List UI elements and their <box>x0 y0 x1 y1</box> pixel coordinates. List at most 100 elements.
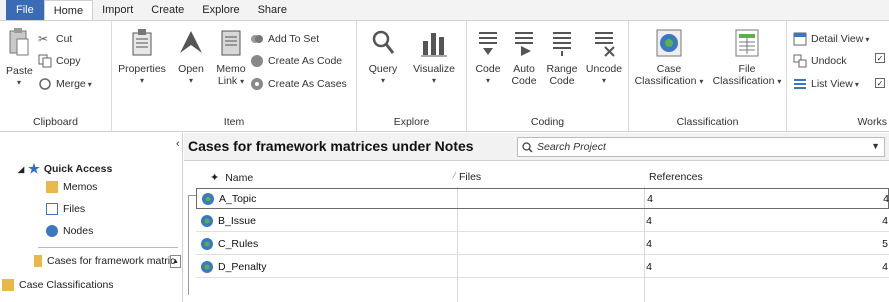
copy-label: Copy <box>56 55 81 67</box>
tab-create[interactable]: Create <box>142 0 193 20</box>
cases-framework-label: Cases for framework matric <box>47 255 176 267</box>
sort-indicator-icon: ⁄ <box>454 171 456 180</box>
file-classification-icon <box>735 29 759 57</box>
tab-explore[interactable]: Explore <box>193 0 248 20</box>
row-files: 4 <box>646 238 652 250</box>
visualize-button[interactable]: Visualize ▾ <box>411 27 457 87</box>
row-name: B_Issue <box>218 215 256 227</box>
memo-link-icon <box>221 30 241 56</box>
tab-file[interactable]: File <box>6 0 44 20</box>
quick-access-item[interactable]: ◢ ★ Quick Access <box>18 161 112 177</box>
collapse-pane-icon[interactable]: ‹ <box>176 138 180 150</box>
nav-item-cases-framework[interactable]: Cases for framework matric <box>34 255 175 267</box>
memo-link-button[interactable]: Memo Link ▾ <box>216 27 246 88</box>
create-as-code-button[interactable]: Create As Code <box>250 53 342 69</box>
create-as-code-icon <box>251 55 263 67</box>
nav-item-files[interactable]: Files <box>46 203 85 215</box>
file-classification-button[interactable]: File Classification ▾ <box>711 27 783 88</box>
case-classification-button[interactable]: Case Classification ▾ <box>633 27 705 88</box>
paste-button[interactable]: Paste ▾ <box>6 27 33 89</box>
row-files: 4 <box>646 215 652 227</box>
memo-link-label-2: Link <box>217 75 238 87</box>
case-icon <box>201 261 213 273</box>
nodes-icon <box>46 225 58 237</box>
case-classifications-label: Case Classifications <box>19 279 114 291</box>
list-view-icon <box>794 79 806 89</box>
case-icon <box>202 193 214 205</box>
cut-button[interactable]: ✂ Cut <box>38 31 72 47</box>
range-code-button[interactable]: Range Code <box>545 27 579 87</box>
auto-code-icon <box>515 32 533 56</box>
properties-button[interactable]: Properties ▾ <box>118 27 166 87</box>
row-name: D_Penalty <box>218 261 267 273</box>
memo-link-label-1: Memo <box>216 63 246 75</box>
column-header-references[interactable]: References <box>649 171 703 183</box>
tab-home[interactable]: Home <box>43 0 94 21</box>
list-view-button[interactable]: List View ▾ <box>793 76 859 92</box>
nodes-label: Nodes <box>63 225 94 237</box>
nav-item-case-classifications[interactable]: Case Classifications <box>2 279 114 291</box>
checkbox-2[interactable]: ✓ <box>875 78 885 88</box>
merge-button[interactable]: Merge ▾ <box>38 76 92 92</box>
chevron-down-icon: ▾ <box>139 76 144 85</box>
nav-item-nodes[interactable]: Nodes <box>46 225 93 237</box>
case-classification-label-2: Classification <box>634 75 697 87</box>
undock-icon <box>793 54 807 68</box>
uncode-label: Uncode <box>585 63 623 75</box>
create-as-code-label: Create As Code <box>268 55 343 67</box>
cut-label: Cut <box>56 33 73 45</box>
row-name: C_Rules <box>218 238 259 250</box>
table-row[interactable]: C_Rules 4 5 <box>196 234 889 255</box>
case-classifications-icon <box>2 279 14 291</box>
chevron-down-icon: ▾ <box>601 76 606 85</box>
add-to-set-button[interactable]: Add To Set <box>250 31 319 47</box>
column-name-label: Name <box>225 172 254 184</box>
column-header-name[interactable]: ✦ Name <box>210 171 253 184</box>
query-button[interactable]: Query ▾ <box>367 27 399 87</box>
table-row[interactable]: B_Issue 4 4 <box>196 211 889 232</box>
chevron-down-icon: ▾ <box>854 79 859 89</box>
scroll-up-button[interactable]: ▲ <box>170 255 181 268</box>
range-code-icon <box>553 32 571 56</box>
nav-divider <box>38 247 178 248</box>
files-label: Files <box>63 203 86 215</box>
detail-view-icon <box>793 32 807 46</box>
case-classification-label-1: Case <box>656 63 682 75</box>
uncode-button[interactable]: Uncode ▾ <box>585 27 623 87</box>
detail-view-button[interactable]: Detail View ▾ <box>793 31 869 47</box>
chevron-down-icon: ▾ <box>777 77 782 86</box>
column-header-files[interactable]: Files <box>459 171 481 183</box>
table-row[interactable]: D_Penalty 4 4 <box>196 257 889 278</box>
chevron-down-icon: ▾ <box>16 78 21 87</box>
table-row[interactable]: A_Topic 4 4 <box>196 188 889 209</box>
auto-code-button[interactable]: Auto Code <box>509 27 539 87</box>
search-input[interactable]: Search Project ▼ <box>517 137 885 157</box>
copy-icon <box>38 54 52 68</box>
open-label: Open <box>178 63 204 75</box>
code-label: Code <box>475 63 501 75</box>
file-classification-label-1: File <box>738 63 756 75</box>
undock-button[interactable]: Undock <box>793 53 847 69</box>
create-as-cases-button[interactable]: Create As Cases <box>250 76 347 92</box>
tab-share[interactable]: Share <box>249 0 296 20</box>
tab-import[interactable]: Import <box>93 0 142 20</box>
folder-icon <box>34 255 42 267</box>
code-button[interactable]: Code ▾ <box>473 27 503 87</box>
open-button[interactable]: Open ▾ <box>176 27 206 87</box>
page-title: Cases for framework matrices under Notes <box>188 138 474 154</box>
search-icon <box>522 141 533 153</box>
chevron-down-icon[interactable]: ▼ <box>871 141 880 151</box>
paste-icon <box>9 28 29 56</box>
list-view-label: List View <box>811 78 853 90</box>
open-icon <box>180 31 202 53</box>
detail-view-label: Detail View <box>811 33 864 45</box>
row-files: 4 <box>646 261 652 273</box>
copy-button[interactable]: Copy <box>38 53 81 69</box>
range-code-label-2: Code <box>549 75 575 87</box>
nav-item-memos[interactable]: Memos <box>46 181 97 193</box>
expand-arrow-icon: ◢ <box>18 164 25 174</box>
checkbox-1[interactable]: ✓ <box>875 53 885 63</box>
bar-chart-icon <box>421 33 447 57</box>
row-references: 4 <box>882 261 888 273</box>
explore-group: Query ▾ Visualize ▾ Explore <box>357 21 467 131</box>
